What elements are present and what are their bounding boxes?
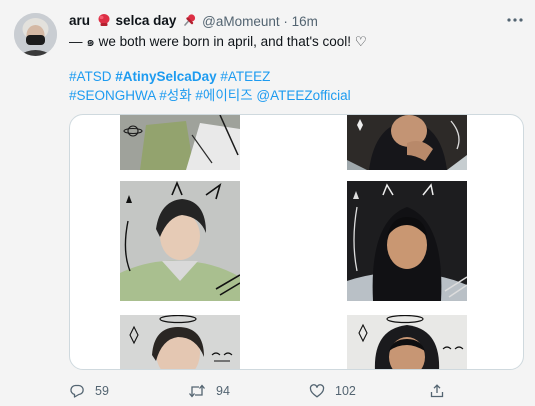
photo-right-bottom [347,315,467,369]
retweet-icon [189,384,205,398]
retweet-count: 94 [216,384,230,398]
more-horizontal-icon [507,18,523,22]
hashtag-atsd[interactable]: #ATSD [69,69,112,84]
user-handle[interactable]: @aMomeunt [202,14,280,29]
share-icon [430,384,444,398]
photo-right-middle [347,181,467,301]
more-options-button[interactable] [504,11,526,29]
display-name-suffix: selca day [115,12,177,28]
display-name[interactable]: aru selca day [69,13,198,30]
photo-left-middle [120,181,240,301]
photo-left-bottom [120,315,240,369]
hashtag-seonghwa-korean[interactable]: #성화 [159,88,191,103]
share-button[interactable] [429,380,455,402]
display-name-text: aru [69,12,91,28]
mention-ateezofficial[interactable]: @ATEEZofficial [256,88,350,103]
hashtag-atinyselcaday[interactable]: #AtinySelcaDay [115,69,216,84]
tweet-timestamp[interactable]: 16m [292,14,318,29]
hashtag-seonghwa[interactable]: #SEONGHWA [69,88,156,103]
tweet-text: — ๑ we both were born in april, and that… [69,34,367,49]
reply-button[interactable]: 59 [69,380,109,402]
reply-count: 59 [95,384,109,398]
reply-icon [70,384,84,398]
like-count: 102 [335,384,356,398]
tweet-media[interactable] [69,114,524,370]
photo-left-top [120,115,240,170]
photo-right-top [347,115,467,170]
avatar[interactable] [14,13,57,56]
handle-and-time: @aMomeunt · 16m [202,14,318,29]
heart-icon [309,384,325,398]
tweet-action-bar: 59 94 102 [60,380,530,402]
hashtag-ateez[interactable]: #ATEEZ [220,69,270,84]
tweet-header: aru selca day @aMomeunt · 16m [69,11,318,31]
hashtags-line-1: #ATSD #AtinySelcaDay #ATEEZ [69,68,270,86]
hashtags-line-2: #SEONGHWA #성화 #에이티즈 @ATEEZofficial [69,87,351,105]
hashtag-ateez-korean[interactable]: #에이티즈 [195,88,252,103]
pushpin-icon [183,13,197,30]
like-button[interactable]: 102 [309,380,356,402]
tweet-card[interactable]: aru selca day @aMomeunt · 16m — ๑ we bot… [0,0,535,406]
boxing-glove-icon [97,13,111,30]
separator-dot: · [283,13,288,29]
retweet-button[interactable]: 94 [188,380,230,402]
